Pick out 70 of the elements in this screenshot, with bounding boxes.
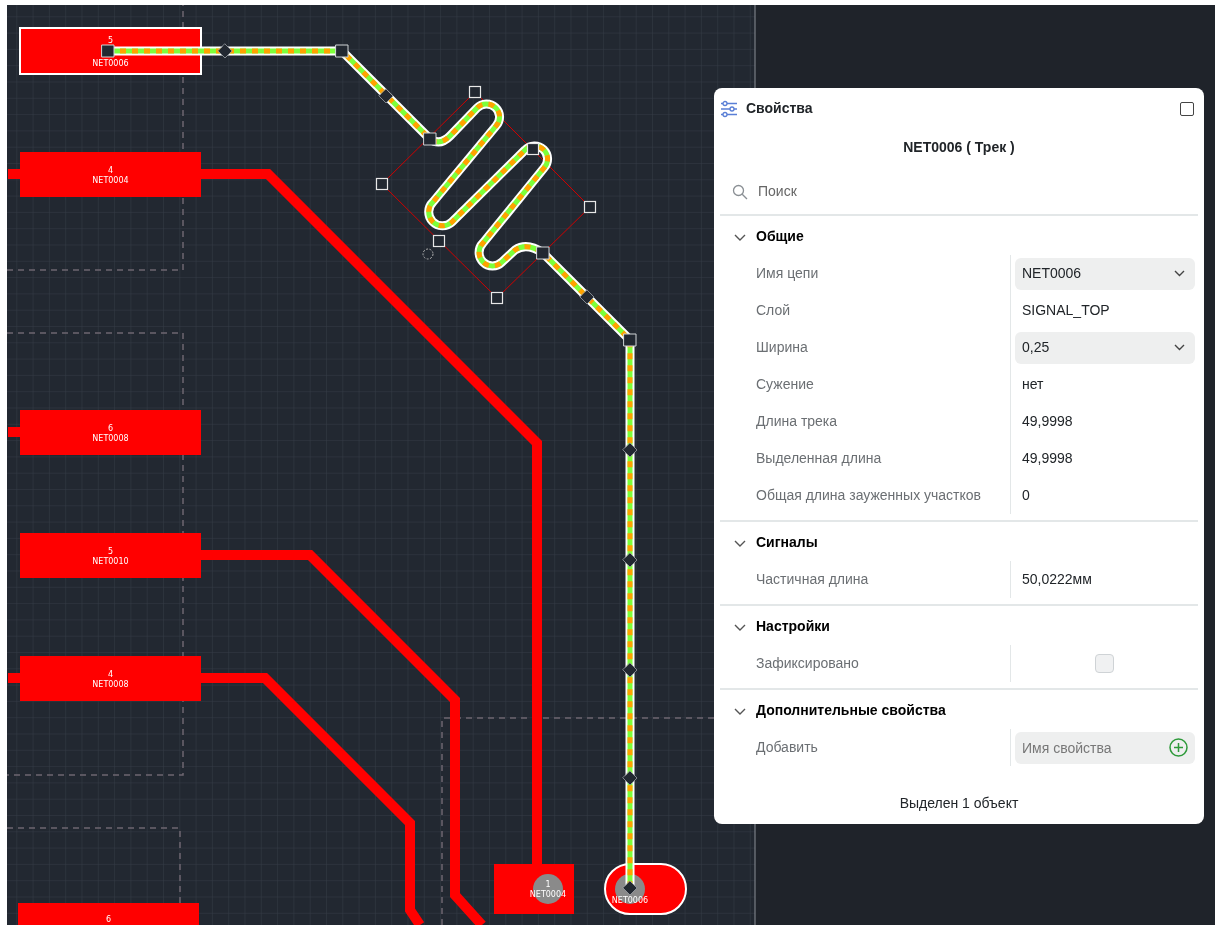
diamond-handle[interactable] [579,289,595,305]
property-label: Общая длина зауженных участков [720,477,1011,514]
pad-net-label: NET0006 [92,59,129,68]
property-label: Длина трека [720,403,1011,440]
maximize-button[interactable] [1180,101,1194,116]
caret-icon [1174,270,1185,277]
square-handle[interactable] [375,177,389,191]
object-title: NET0006 ( Трек ) [902,138,1016,157]
copper-trace [8,673,20,683]
diamond-handle[interactable] [378,88,394,104]
pad-number: 1 [545,880,551,889]
pad-net-label: NET0010 [92,556,129,566]
property-value: 49,9998 [1021,449,1073,468]
diamond-handle[interactable] [622,770,638,786]
pad-number: 4 [107,165,114,175]
diamond-handle[interactable] [622,662,638,678]
diamond-handle[interactable] [622,442,638,458]
square-handle[interactable] [536,246,550,260]
property-label: Зафиксировано [720,645,1011,682]
property-value: 0 [1021,486,1030,505]
property-label: Слой [720,292,1011,329]
add-icon[interactable] [1169,737,1188,757]
search-field[interactable]: Поиск [756,180,1186,203]
copper-trace [8,427,20,437]
property-value: нет [1021,375,1044,394]
square-handle[interactable] [423,132,437,146]
property-label: Выделенная длина [720,440,1011,477]
property-value: SIGNAL_TOP [1021,301,1110,320]
copper-trace [8,169,20,179]
diamond-handle[interactable] [217,43,233,59]
search-icon [732,183,748,200]
diamond-handle[interactable] [622,880,638,896]
property-value: 49,9998 [1021,412,1073,431]
pad-net-label: NET0008 [92,433,129,443]
property-label: Частичная длина [720,561,1011,598]
selection-status: Выделен 1 объект [898,794,1020,813]
sliders-icon [720,99,738,118]
property-label: Имя цепи [720,255,1011,292]
pad-net-label: NET0004 [92,175,129,185]
property-label: Ширина [720,329,1011,366]
section-header[interactable]: Общие [720,222,804,255]
property-label: Сужение [720,366,1011,403]
pad-number: 6 [107,423,114,433]
square-handle[interactable] [432,234,446,248]
square-handle[interactable] [526,142,540,156]
square-handle[interactable] [583,200,597,214]
section-header[interactable]: Сигналы [720,528,818,561]
property-label: Добавить [720,729,1011,766]
pad-number: 5 [107,546,114,556]
property-value: 50,0222мм [1021,570,1092,589]
pad-net-label: NET0006 [611,896,649,905]
square-handle[interactable] [468,85,482,99]
pad-number: 6 [105,915,112,924]
rotate-handle[interactable] [422,248,434,260]
caret-icon [1174,344,1185,351]
property-name-field[interactable]: Имя свойства [1015,731,1195,764]
pad-net-label: NET0008 [92,679,129,689]
diamond-handle[interactable] [622,552,638,568]
square-handle[interactable] [490,291,504,305]
checkbox[interactable] [1095,654,1114,673]
section-header[interactable]: Настройки [720,612,830,645]
property-dropdown[interactable]: NET0006 [1015,257,1195,290]
section-header[interactable]: Дополнительные свойства [720,696,946,729]
square-handle[interactable] [101,44,115,58]
pad-number: 5 [107,36,114,45]
square-handle[interactable] [335,44,349,58]
panel-title: Свойства [746,99,813,118]
pad-number: 4 [107,669,114,679]
square-handle[interactable] [623,333,637,347]
property-dropdown[interactable]: 0,25 [1015,331,1195,364]
